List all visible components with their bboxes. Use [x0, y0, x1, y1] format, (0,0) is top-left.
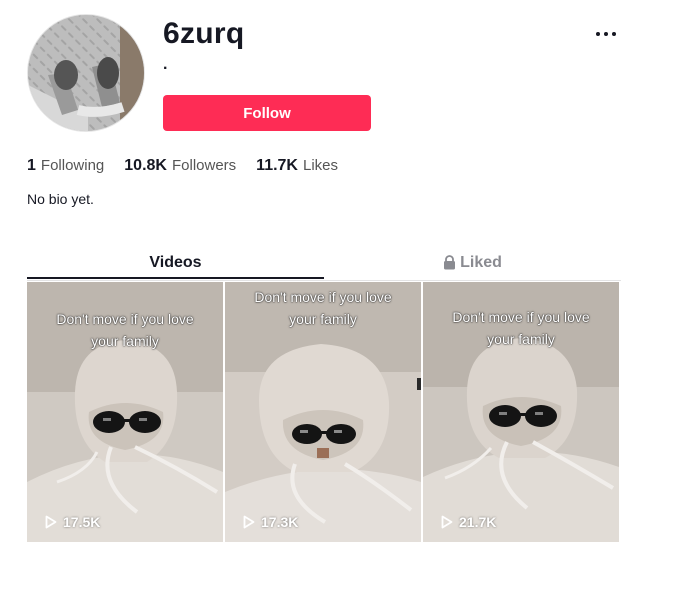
tab-label: Videos — [149, 253, 202, 271]
video-card[interactable]: Don't move if you love your family 21.7K — [423, 282, 619, 542]
video-caption: Don't move if you love your family — [56, 311, 194, 349]
video-caption: Don't move if you love your family — [452, 309, 590, 347]
tab-liked[interactable]: Liked — [324, 246, 621, 279]
more-icon — [596, 32, 600, 36]
video-grid: Don't move if you love your family 17.5K — [27, 282, 621, 542]
stat-following[interactable]: 1 Following — [27, 157, 104, 175]
view-count: 17.3K — [243, 514, 298, 530]
view-count: 17.5K — [45, 514, 100, 530]
video-card[interactable]: Don't move if you love your family 17.5K — [27, 282, 223, 542]
stat-label: Following — [40, 157, 105, 174]
view-count-text: 17.3K — [261, 514, 299, 530]
follow-button[interactable]: Follow — [163, 95, 371, 131]
stat-likes: 11.7K Likes — [256, 157, 338, 175]
username: 6zurq — [163, 17, 245, 50]
tab-videos[interactable]: Videos — [27, 246, 324, 279]
avatar-image — [28, 15, 144, 131]
video-card[interactable]: Don't move if you love your family 17.3K — [225, 282, 421, 542]
view-count-text: 21.7K — [459, 514, 497, 530]
nickname: . — [163, 56, 168, 73]
view-count: 21.7K — [441, 514, 496, 530]
profile-tabs: Videos Liked — [27, 246, 621, 281]
view-count-text: 17.5K — [63, 514, 101, 530]
stat-value: 1 — [27, 157, 36, 174]
play-icon — [45, 515, 57, 529]
stat-label: Followers — [171, 157, 237, 174]
stat-value: 11.7K — [256, 157, 298, 174]
lock-icon — [443, 255, 456, 270]
stat-label: Likes — [302, 157, 339, 174]
play-icon — [441, 515, 453, 529]
video-caption: Don't move if you love your family — [254, 289, 392, 327]
play-icon — [243, 515, 255, 529]
avatar[interactable] — [27, 14, 145, 132]
stat-value: 10.8K — [124, 157, 167, 174]
stat-followers[interactable]: 10.8K Followers — [124, 157, 236, 175]
tab-label: Liked — [460, 253, 502, 271]
more-options-button[interactable] — [590, 20, 622, 48]
active-tab-indicator — [27, 277, 324, 279]
profile-stats: 1 Following 10.8K Followers 11.7K Likes — [27, 157, 358, 175]
bio: No bio yet. — [27, 191, 94, 207]
